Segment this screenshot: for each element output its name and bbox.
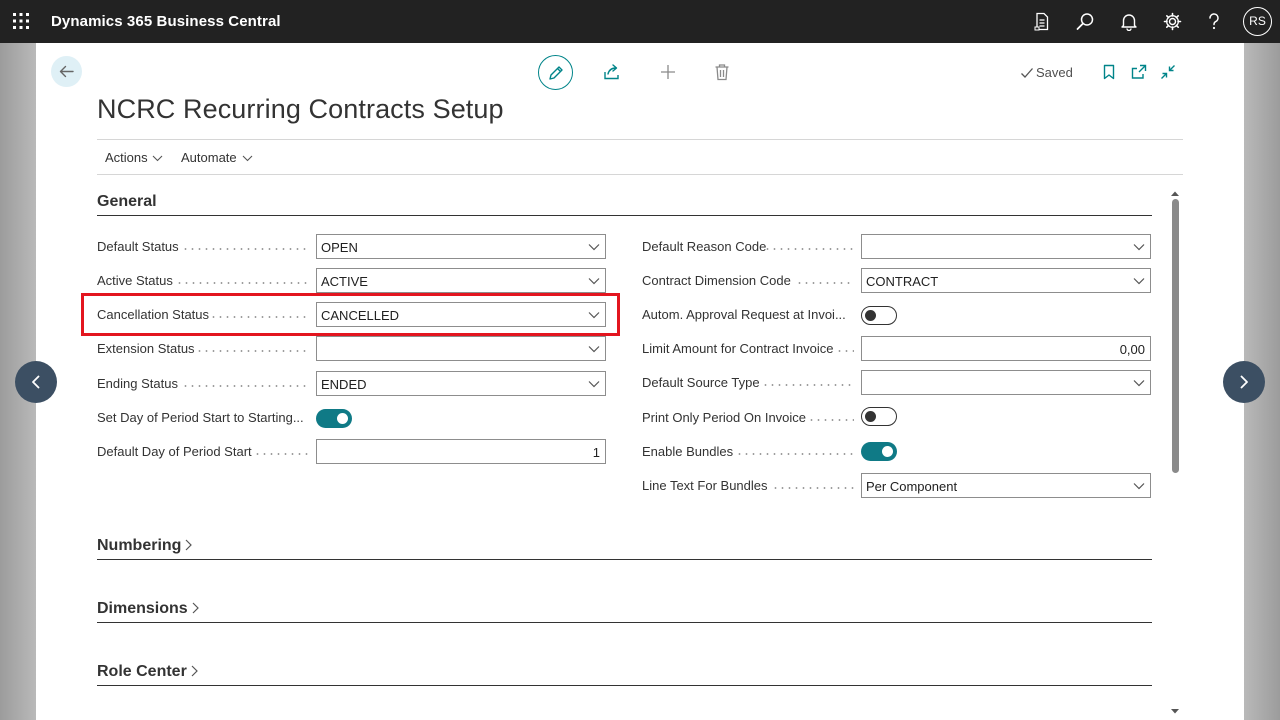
dot-leader [736,453,854,455]
label-active-status: Active Status [97,273,173,288]
set-day-of-period-start-toggle[interactable] [316,409,352,428]
label-print-only-period-on-invoice: Print Only Period On Invoice [642,410,807,425]
chevron-down-icon [588,346,600,353]
app-title[interactable]: Dynamics 365 Business Central [51,13,281,30]
actions-menu[interactable]: Actions [105,150,163,165]
share-button[interactable] [603,63,621,81]
enable-bundles-toggle[interactable] [861,442,897,461]
dot-leader [182,248,308,250]
label-ending-status: Ending Status [97,376,178,391]
section-role-center[interactable]: Role Center [97,663,198,681]
chevron-down-icon [242,155,253,162]
check-icon [1021,68,1033,78]
line-text-for-bundles-dropdown[interactable]: Per Component [861,473,1151,498]
extension-status-dropdown[interactable] [316,336,606,361]
label-default-reason-code: Default Reason Code [642,239,767,254]
section-general-divider [97,215,1152,216]
menu-divider [97,174,1183,175]
label-line-text-for-bundles: Line Text For Bundles [642,478,768,493]
page-title: NCRC Recurring Contracts Setup [97,94,504,124]
bell-icon[interactable] [1120,12,1139,31]
top-bar: Dynamics 365 Business Central RS [0,0,1280,43]
ending-status-dropdown[interactable]: ENDED [316,371,606,396]
chevron-right-icon [1240,375,1248,389]
label-enable-bundles: Enable Bundles [642,444,734,459]
default-source-type-dropdown[interactable] [861,370,1151,395]
limit-amount-contract-invoice-input[interactable]: 0,00 [861,336,1151,361]
dot-leader [762,384,854,386]
setup-card: Saved NCRC Recurring Contracts Setup Act… [36,43,1244,720]
dot-leader [176,282,308,284]
title-divider [97,139,1183,140]
previous-record-button[interactable] [15,361,57,403]
automate-menu[interactable]: Automate [181,150,253,165]
next-record-button[interactable] [1223,361,1265,403]
delete-button[interactable] [714,63,732,81]
section-general[interactable]: General [97,193,157,211]
dot-leader [796,282,854,284]
section-numbering-divider [97,559,1152,560]
search-icon[interactable] [1076,12,1095,31]
dot-leader [182,385,308,387]
document-icon[interactable] [1033,12,1052,31]
label-limit-amount-contract-invoice: Limit Amount for Contract Invoice [642,341,834,356]
help-icon[interactable] [1207,12,1226,31]
autom-approval-request-toggle[interactable] [861,306,897,325]
scroll-down-arrow[interactable] [1170,702,1180,720]
label-default-status: Default Status [97,239,179,254]
app-launcher-icon[interactable] [13,13,29,29]
chevron-right-icon [191,665,198,677]
chevron-down-icon [1133,380,1145,387]
collapse-icon[interactable] [1160,64,1176,80]
edit-button[interactable] [538,55,573,90]
section-role-center-divider [97,685,1152,686]
chevron-down-icon [588,381,600,388]
gear-icon[interactable] [1163,12,1182,31]
bookmark-icon[interactable] [1102,64,1118,80]
chevron-right-icon [186,539,193,551]
dot-leader [764,248,854,250]
label-extension-status: Extension Status [97,341,195,356]
print-only-period-on-invoice-toggle[interactable] [861,407,897,426]
new-button[interactable] [659,63,677,81]
chevron-down-icon [588,244,600,251]
open-new-window-icon[interactable] [1131,64,1147,80]
label-default-day-of-period-start: Default Day of Period Start [97,444,252,459]
dot-leader [254,453,308,455]
dot-leader [808,419,854,421]
active-status-dropdown[interactable]: ACTIVE [316,268,606,293]
chevron-right-icon [192,602,199,614]
chevron-down-icon [1133,483,1145,490]
section-dimensions-divider [97,622,1152,623]
section-numbering[interactable]: Numbering [97,537,193,555]
back-button[interactable] [51,56,82,87]
user-avatar[interactable]: RS [1243,7,1272,36]
contract-dimension-code-dropdown[interactable]: CONTRACT [861,268,1151,293]
section-dimensions[interactable]: Dimensions [97,600,199,618]
dot-leader [196,350,308,352]
label-default-source-type: Default Source Type [642,375,760,390]
chevron-down-icon [152,155,163,162]
scrollbar-thumb[interactable] [1172,199,1179,473]
chevron-left-icon [32,375,40,389]
label-contract-dimension-code: Contract Dimension Code [642,273,791,288]
default-status-dropdown[interactable]: OPEN [316,234,606,259]
highlight-annotation [81,293,620,336]
label-set-day-of-period-start: Set Day of Period Start to Starting... [97,410,304,425]
chevron-down-icon [588,278,600,285]
dot-leader [836,350,854,352]
chevron-down-icon [1133,244,1145,251]
label-autom-approval-request: Autom. Approval Request at Invoi... [642,307,846,322]
dot-leader [772,487,854,489]
default-reason-code-dropdown[interactable] [861,234,1151,259]
default-day-of-period-start-input[interactable]: 1 [316,439,606,464]
chevron-down-icon [1133,278,1145,285]
